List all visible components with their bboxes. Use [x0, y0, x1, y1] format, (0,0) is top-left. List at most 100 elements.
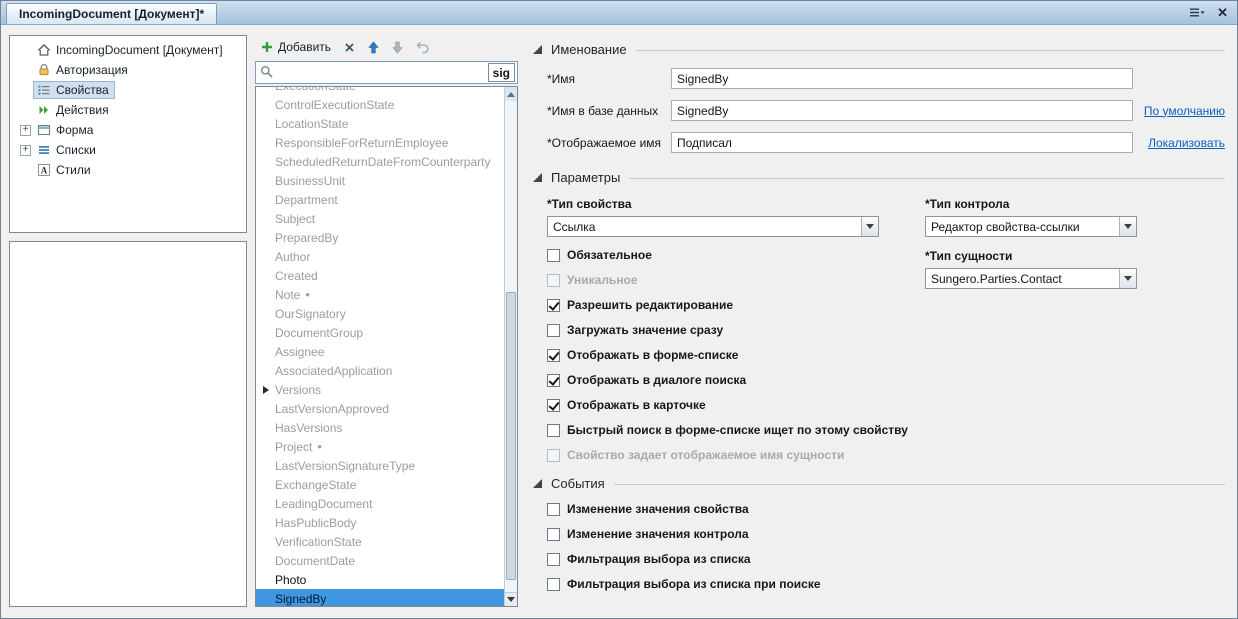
- default-link[interactable]: По умолчанию: [1144, 104, 1225, 118]
- event-checkbox-label: Фильтрация выбора из списка при поиске: [567, 577, 821, 591]
- arrow-down-icon: [392, 41, 403, 54]
- parameter-checkbox[interactable]: [547, 424, 560, 437]
- search-filter-badge: sig: [488, 63, 515, 82]
- list-item[interactable]: DocumentDate: [256, 551, 504, 570]
- list-item[interactable]: Assignee: [256, 342, 504, 361]
- search-input[interactable]: [277, 64, 488, 82]
- search-icon: [260, 65, 273, 81]
- undo-icon: [416, 41, 430, 54]
- chevron-down-icon[interactable]: [861, 217, 878, 236]
- parameter-checkbox-row: Загружать значение сразу: [547, 323, 919, 337]
- parameter-checkbox[interactable]: [547, 399, 560, 412]
- document-tab[interactable]: IncomingDocument [Документ]*: [6, 3, 217, 24]
- list-item-label: LastVersionApproved: [275, 402, 389, 416]
- parameter-checkbox[interactable]: [547, 374, 560, 387]
- chevron-down-icon[interactable]: [1119, 269, 1136, 288]
- list-item[interactable]: ResponsibleForReturnEmployee: [256, 133, 504, 152]
- list-item[interactable]: LeadingDocument: [256, 494, 504, 513]
- list-scrollbar[interactable]: [504, 87, 517, 606]
- section-naming-header[interactable]: Именование: [533, 42, 1225, 57]
- list-item[interactable]: ScheduledReturnDateFromCounterparty: [256, 152, 504, 171]
- list-item[interactable]: Project•: [256, 437, 504, 456]
- control-type-label: *Тип контрола: [925, 197, 1137, 211]
- parameter-checkbox[interactable]: [547, 299, 560, 312]
- display-name-input[interactable]: [671, 132, 1133, 153]
- name-field-label: *Имя: [547, 72, 671, 86]
- search-box[interactable]: sig: [255, 61, 518, 84]
- list-item[interactable]: Author: [256, 247, 504, 266]
- naming-section-body: *Имя *Имя в базе данных По умолчанию *От…: [533, 68, 1225, 153]
- list-item[interactable]: Versions: [256, 380, 504, 399]
- tree-item[interactable]: +Форма: [10, 120, 246, 140]
- list-item[interactable]: HasPublicBody: [256, 513, 504, 532]
- move-up-button[interactable]: [368, 41, 379, 54]
- parameter-checkbox-label: Отображать в карточке: [567, 398, 706, 412]
- titlebar: IncomingDocument [Документ]* ✕: [1, 1, 1237, 25]
- property-type-value: Ссылка: [548, 220, 861, 234]
- event-checkbox-label: Фильтрация выбора из списка: [567, 552, 751, 566]
- tree-item[interactable]: AСтили: [10, 160, 246, 180]
- list-item[interactable]: ExecutionState: [256, 86, 504, 95]
- delete-button[interactable]: [344, 42, 355, 53]
- list-item[interactable]: Photo: [256, 570, 504, 589]
- list-toolbar: Добавить: [255, 35, 518, 59]
- expand-icon[interactable]: [263, 386, 275, 394]
- list-item[interactable]: OurSignatory: [256, 304, 504, 323]
- property-type-select[interactable]: Ссылка: [547, 216, 879, 237]
- scroll-up-icon[interactable]: [505, 87, 517, 101]
- entity-type-select[interactable]: Sungero.Parties.Contact: [925, 268, 1137, 289]
- list-item[interactable]: DocumentGroup: [256, 323, 504, 342]
- parameter-checkbox-row: Свойство задает отображаемое имя сущност…: [547, 448, 919, 462]
- lists-icon: [36, 143, 51, 157]
- tree-item-body: Авторизация: [34, 62, 133, 78]
- list-item[interactable]: ControlExecutionState: [256, 95, 504, 114]
- tree-expand-icon[interactable]: +: [20, 145, 31, 156]
- list-item[interactable]: ExchangeState: [256, 475, 504, 494]
- event-checkbox[interactable]: [547, 503, 560, 516]
- parameter-checkbox[interactable]: [547, 349, 560, 362]
- parameter-checkbox-row: Отображать в карточке: [547, 398, 919, 412]
- tree-item[interactable]: Авторизация: [10, 60, 246, 80]
- list-item[interactable]: VerificationState: [256, 532, 504, 551]
- parameter-checkbox[interactable]: [547, 249, 560, 262]
- list-item[interactable]: SignedBy: [256, 589, 504, 607]
- tree-item-label: IncomingDocument [Документ]: [56, 43, 223, 57]
- window-close-icon[interactable]: ✕: [1217, 6, 1228, 19]
- list-item[interactable]: AssociatedApplication: [256, 361, 504, 380]
- name-field-row: *Имя: [547, 68, 1225, 89]
- event-checkbox[interactable]: [547, 553, 560, 566]
- localize-link[interactable]: Локализовать: [1148, 136, 1225, 150]
- section-events-header[interactable]: События: [533, 476, 1225, 491]
- list-item[interactable]: BusinessUnit: [256, 171, 504, 190]
- name-input[interactable]: [671, 68, 1133, 89]
- list-item[interactable]: PreparedBy: [256, 228, 504, 247]
- section-parameters-header[interactable]: Параметры: [533, 170, 1225, 185]
- list-item[interactable]: HasVersions: [256, 418, 504, 437]
- chevron-down-icon[interactable]: [1119, 217, 1136, 236]
- tree-item[interactable]: Свойства: [10, 80, 246, 100]
- divider: [629, 178, 1225, 179]
- event-checkbox[interactable]: [547, 528, 560, 541]
- event-checkbox[interactable]: [547, 578, 560, 591]
- tree-item[interactable]: Действия: [10, 100, 246, 120]
- tree-expand-icon[interactable]: +: [20, 125, 31, 136]
- list-item[interactable]: Created: [256, 266, 504, 285]
- tree-item[interactable]: +Списки: [10, 140, 246, 160]
- list-item[interactable]: Subject: [256, 209, 504, 228]
- tree-item[interactable]: IncomingDocument [Документ]: [10, 40, 246, 60]
- window-menu-icon[interactable]: [1190, 8, 1205, 17]
- scrollbar-thumb[interactable]: [506, 292, 516, 580]
- list-item[interactable]: LastVersionApproved: [256, 399, 504, 418]
- list-item[interactable]: Note•: [256, 285, 504, 304]
- list-item[interactable]: LocationState: [256, 114, 504, 133]
- event-checkbox-row: Изменение значения контрола: [547, 527, 1225, 541]
- list-item-label: LocationState: [275, 117, 348, 131]
- list-item[interactable]: Department: [256, 190, 504, 209]
- parameter-checkbox[interactable]: [547, 324, 560, 337]
- scroll-down-icon[interactable]: [505, 592, 517, 606]
- control-type-select[interactable]: Редактор свойства-ссылки: [925, 216, 1137, 237]
- db-name-input[interactable]: [671, 100, 1133, 121]
- list-item-label: Photo: [275, 573, 306, 587]
- add-button[interactable]: Добавить: [261, 40, 331, 54]
- list-item[interactable]: LastVersionSignatureType: [256, 456, 504, 475]
